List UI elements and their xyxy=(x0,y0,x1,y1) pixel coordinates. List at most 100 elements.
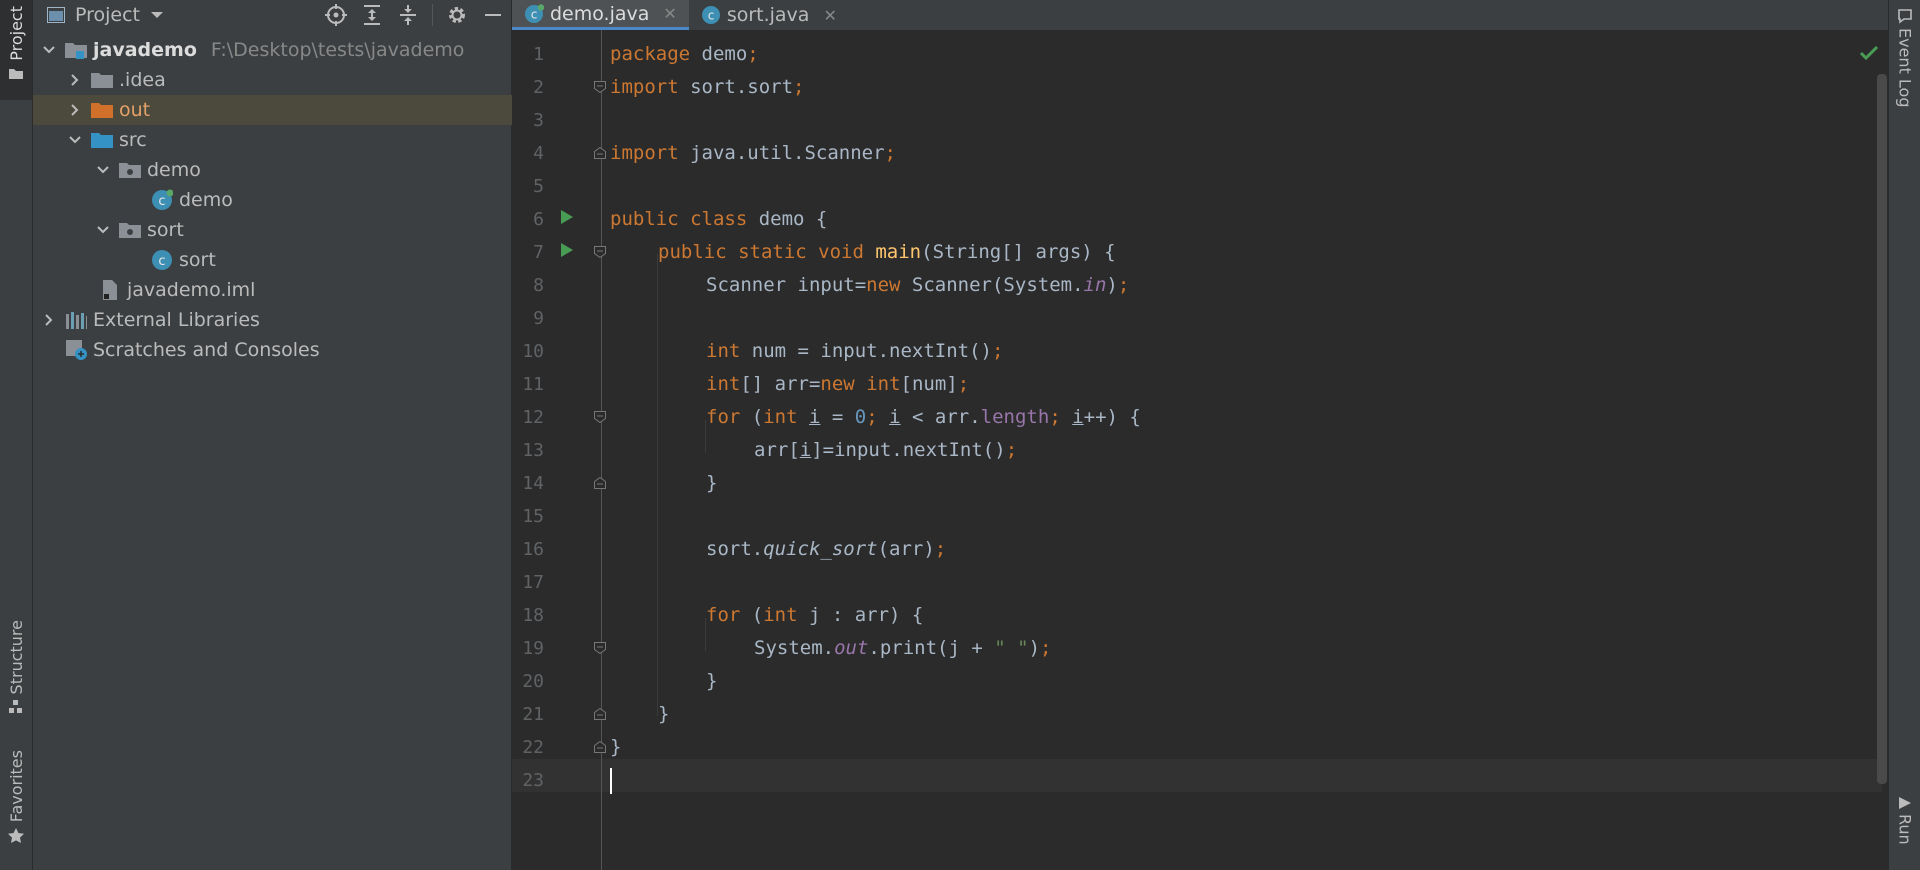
tab-sort-java[interactable]: c sort.java ✕ xyxy=(689,0,849,30)
tree-item-label: demo xyxy=(179,189,233,211)
line-number: 2 xyxy=(533,77,544,98)
java-class-icon: c xyxy=(151,189,173,211)
tree-item-external-libraries[interactable]: External Libraries xyxy=(33,305,517,335)
project-view-selector[interactable]: Project xyxy=(47,4,164,26)
tool-tab-favorites-label: Favorites xyxy=(6,750,26,823)
expand-all-button[interactable] xyxy=(360,3,384,27)
code-line-19: System.out.print(j + " "); xyxy=(754,637,1052,659)
run-main-icon[interactable] xyxy=(560,242,574,258)
close-icon[interactable]: ✕ xyxy=(663,4,676,23)
run-class-icon[interactable] xyxy=(560,209,574,225)
fold-open-icon[interactable] xyxy=(594,411,606,423)
package-icon xyxy=(119,159,141,181)
line-number: 1 xyxy=(533,44,544,65)
line-number: 10 xyxy=(522,341,544,362)
code-line-4: import java.util.Scanner; xyxy=(610,142,896,164)
tree-item-iml[interactable]: javademo.iml xyxy=(33,275,577,305)
tool-tab-project-label: Project xyxy=(6,6,26,61)
line-number: 17 xyxy=(522,572,544,593)
tree-item-label: sort xyxy=(179,249,216,271)
code-line-7: public static void main(String[] args) { xyxy=(658,241,1116,263)
tree-item-idea[interactable]: .idea xyxy=(33,65,543,95)
tool-tab-event-log[interactable]: Event Log xyxy=(1889,8,1920,108)
code-line-11: int[] arr=new int[num]; xyxy=(706,373,970,395)
code-line-18: for (int j : arr) { xyxy=(706,604,924,626)
tree-item-out[interactable]: out xyxy=(33,95,543,125)
fold-open-icon[interactable] xyxy=(594,642,606,654)
line-number: 22 xyxy=(522,737,544,758)
code-line-8: Scanner input=new Scanner(System.in); xyxy=(706,274,1130,296)
svg-text:c: c xyxy=(158,254,165,269)
chevron-right-icon[interactable] xyxy=(65,100,85,120)
line-number: 19 xyxy=(522,638,544,659)
line-number: 18 xyxy=(522,605,544,626)
vertical-scrollbar[interactable] xyxy=(1877,74,1887,784)
project-panel-title: Project xyxy=(75,4,141,26)
chevron-down-icon[interactable] xyxy=(65,130,85,150)
tree-item-sort-package[interactable]: sort xyxy=(33,215,571,245)
checkmark-icon xyxy=(1860,46,1878,60)
code-line-23 xyxy=(610,764,612,797)
tree-item-scratches[interactable]: Scratches and Consoles xyxy=(33,335,543,365)
line-number: 16 xyxy=(522,539,544,560)
project-panel-header: Project xyxy=(33,0,511,30)
minimize-icon xyxy=(485,14,501,16)
tree-item-label: javademo.iml xyxy=(127,279,256,301)
tool-tab-structure[interactable]: Structure xyxy=(0,620,32,730)
locate-file-button[interactable] xyxy=(324,3,348,27)
tree-item-label: demo xyxy=(147,159,201,181)
code-line-16: sort.quick_sort(arr); xyxy=(706,538,947,560)
code-line-14: } xyxy=(706,472,718,494)
folder-icon xyxy=(91,69,113,91)
fold-open-icon[interactable] xyxy=(594,246,606,258)
project-path: F:\Desktop\tests\javademo xyxy=(210,39,465,61)
source-folder-icon xyxy=(91,129,113,151)
toolbar-separator xyxy=(432,4,433,26)
code-line-6: public class demo { xyxy=(610,208,828,230)
code-line-13: arr[i]=input.nextInt(); xyxy=(754,439,1018,461)
line-number: 14 xyxy=(522,473,544,494)
package-icon xyxy=(119,219,141,241)
crosshair-icon xyxy=(325,4,347,26)
star-icon xyxy=(8,828,24,844)
tab-demo-java[interactable]: c demo.java ✕ xyxy=(512,0,689,30)
tool-tab-project[interactable]: Project xyxy=(0,0,32,100)
code-line-10: int num = input.nextInt(); xyxy=(706,340,1004,362)
code-line-12: for (int i = 0; i < arr.length; i++) { xyxy=(706,406,1141,428)
close-icon[interactable]: ✕ xyxy=(823,6,836,25)
code-editor: c demo.java ✕ c sort.java ✕ 1 2 3 4 5 6 … xyxy=(512,0,1888,870)
code-line-1: package demo; xyxy=(610,43,759,65)
line-number: 23 xyxy=(522,770,544,791)
dropdown-arrow-icon xyxy=(151,12,164,18)
iml-file-icon xyxy=(99,279,121,301)
fold-close-icon[interactable] xyxy=(594,708,606,720)
line-number: 11 xyxy=(522,374,544,395)
line-number: 21 xyxy=(522,704,544,725)
tree-item-javademo[interactable]: javademo F:\Desktop\tests\javademo xyxy=(33,35,517,65)
gear-icon xyxy=(449,7,465,23)
settings-button[interactable] xyxy=(445,3,469,27)
fold-close-icon[interactable] xyxy=(594,477,606,489)
tree-item-src[interactable]: src xyxy=(33,125,543,155)
chevron-down-icon[interactable] xyxy=(93,220,113,240)
fold-open-icon[interactable] xyxy=(594,81,606,93)
chevron-down-icon[interactable] xyxy=(93,160,113,180)
tool-tab-favorites[interactable]: Favorites xyxy=(0,750,32,860)
line-number: 9 xyxy=(533,308,544,329)
tool-tab-run[interactable]: Run xyxy=(1889,796,1920,845)
project-window-icon xyxy=(47,7,65,23)
collapse-all-button[interactable] xyxy=(396,3,420,27)
tree-item-demo-package[interactable]: demo xyxy=(33,155,571,185)
fold-close-icon[interactable] xyxy=(594,147,606,159)
chevron-right-icon[interactable] xyxy=(65,70,85,90)
chevron-down-icon[interactable] xyxy=(39,40,59,60)
hide-panel-button[interactable] xyxy=(481,3,505,27)
line-number: 4 xyxy=(533,143,544,164)
code-line-20: } xyxy=(706,670,718,692)
indent-guide xyxy=(657,254,658,716)
chevron-right-icon[interactable] xyxy=(39,310,59,330)
line-number: 13 xyxy=(522,440,544,461)
structure-icon xyxy=(9,700,22,714)
tree-item-label: sort xyxy=(147,219,184,241)
fold-close-icon[interactable] xyxy=(594,741,606,753)
